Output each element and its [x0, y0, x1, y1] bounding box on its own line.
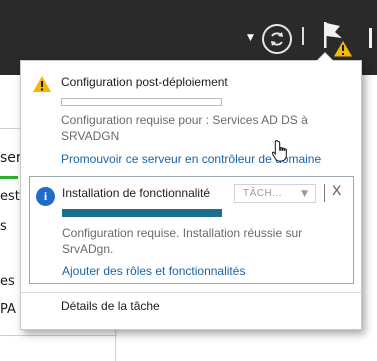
hand-cursor-icon	[272, 140, 287, 162]
background-text: PA	[0, 302, 16, 317]
divider	[21, 292, 361, 293]
separator	[324, 184, 325, 202]
notification-title: Configuration post-déploiement	[61, 75, 228, 89]
toolbar-separator	[302, 27, 304, 45]
progress-bar-complete	[62, 209, 222, 217]
notification-post-deployment: Configuration post-déploiement Configura…	[21, 61, 361, 171]
notifications-popup: Configuration post-déploiement Configura…	[20, 53, 362, 330]
warning-icon	[33, 76, 51, 92]
chevron-down-icon: ▼	[301, 189, 308, 199]
notification-feature-installation: i Installation de fonctionnalité TÂCH...…	[29, 176, 354, 284]
selection-indicator	[0, 176, 18, 179]
background-text: est	[0, 189, 20, 204]
progress-bar	[61, 98, 222, 106]
task-details-link[interactable]: Détails de la tâche	[61, 299, 160, 313]
task-select[interactable]: TÂCH... ▼	[234, 184, 316, 203]
info-icon: i	[36, 187, 55, 206]
background-text: s	[0, 219, 7, 234]
notification-title: Installation de fonctionnalité	[62, 186, 211, 200]
notification-description: Configuration requise. Installation réus…	[62, 226, 303, 256]
warning-badge-icon	[332, 39, 354, 58]
add-roles-features-link[interactable]: Ajouter des rôles et fonctionnalités	[62, 264, 245, 278]
task-select-label: TÂCH...	[243, 188, 283, 199]
refresh-icon[interactable]	[262, 24, 292, 54]
toolbar-edge-item[interactable]	[369, 28, 377, 48]
close-button[interactable]: X	[332, 182, 341, 198]
popup-pointer-inner	[317, 53, 333, 61]
chevron-down-icon[interactable]: ▼	[247, 34, 254, 43]
background-text: es	[0, 274, 15, 289]
divider	[0, 335, 117, 336]
